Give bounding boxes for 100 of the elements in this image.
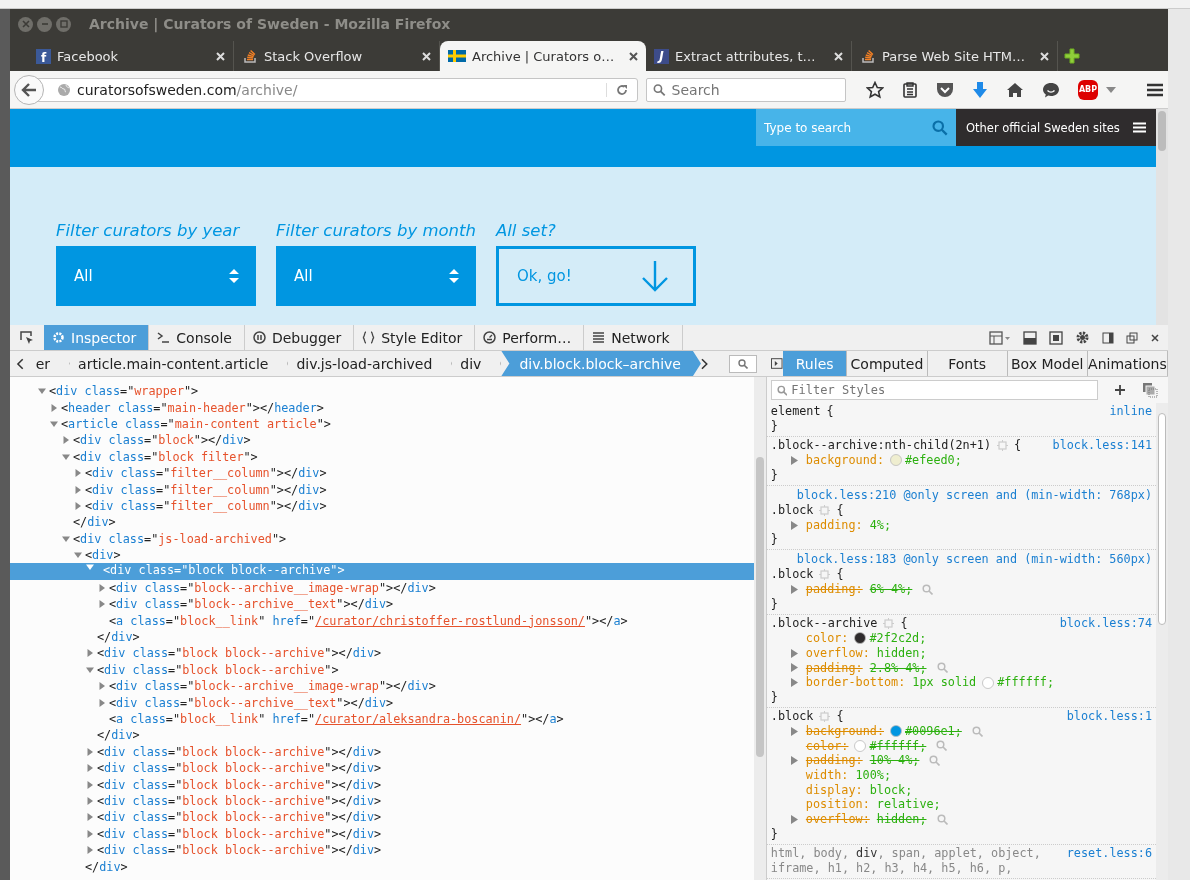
tree-row[interactable]: <a class="block__link" href="/curator/aleksandra-boscanin/"></a> [10,710,755,728]
color-swatch[interactable] [854,632,867,645]
collapsed-triangle-icon[interactable] [86,747,94,756]
href-link[interactable]: /curator/aleksandra-boscanin/ [315,712,522,726]
search-input[interactable]: Type to search [764,120,928,135]
search-field[interactable]: Search [646,77,846,102]
html-tag[interactable]: <div class="wrapper"> [49,384,199,399]
scrollbar[interactable] [1156,403,1168,880]
star-icon[interactable] [866,80,884,99]
devtools-tab[interactable]: Perform… [475,325,585,350]
html-tag[interactable]: <div class="block block--archive"></div> [97,793,382,808]
html-tag[interactable]: <div class="js-load-archived"> [73,531,287,546]
plus-icon[interactable] [1064,48,1080,64]
source-link[interactable]: block.less:183 [796,552,897,567]
caret-icon[interactable] [1106,86,1116,93]
tree-row[interactable]: <div class="block filter"> [10,448,755,465]
expanded-triangle-icon[interactable] [50,419,58,428]
clipboard-icon[interactable] [902,81,918,98]
collapsed-triangle-icon[interactable] [86,649,94,658]
color-swatch[interactable] [982,676,995,689]
sidebar-tab[interactable]: Computed [847,351,928,376]
scrollbar[interactable] [754,377,767,880]
color-swatch[interactable] [890,454,902,467]
frame-select-icon[interactable] [989,330,1011,345]
expanded-triangle-icon[interactable] [86,665,94,674]
href-link[interactable]: /curator/christoffer-rostlund-jonsson/ [315,613,585,628]
tree-row[interactable]: <div class="block block--archive"></div> [10,645,755,662]
expanded-triangle-icon[interactable] [38,387,46,396]
collapsed-triangle-icon[interactable] [86,846,94,855]
browser-tab[interactable]: Archive | Curators o… [440,41,646,71]
html-tag[interactable]: <div class="block block--archive"></div> [97,646,382,661]
html-tag[interactable]: <header class="main-header"></header> [61,400,324,415]
chat-icon[interactable] [1042,81,1060,98]
source-link[interactable]: reset.less:6 [1066,845,1152,861]
tree-row[interactable]: <div class="wrapper"> [10,383,755,400]
expand-triangle-icon[interactable] [790,585,798,595]
expanded-triangle-icon[interactable] [86,563,94,572]
collapsed-triangle-icon[interactable] [86,796,94,805]
html-tag[interactable]: <div class="block block--archive"> [97,662,339,677]
collapsed-triangle-icon[interactable] [98,583,106,592]
html-tag[interactable]: <div class="block--archive__image-wrap"></div> [109,679,436,694]
devtools-tab[interactable]: Console [149,325,245,350]
tree-row[interactable]: <header class="main-header"></header> [10,399,755,416]
search-icon[interactable] [971,725,983,737]
collapsed-triangle-icon[interactable] [74,485,82,494]
home-icon[interactable] [1006,81,1024,98]
html-tag[interactable]: <div class="block filter"> [73,449,258,464]
undock-icon[interactable] [1126,331,1138,344]
search-input[interactable]: Search [671,81,839,98]
html-tag[interactable]: <div class="block block--archive"></div> [97,843,382,858]
close-icon[interactable] [1150,332,1160,343]
collapsed-triangle-icon[interactable] [74,501,82,510]
search-icon[interactable] [936,662,948,674]
collapsed-triangle-icon[interactable] [86,764,94,773]
source-link[interactable]: block.less:210 [796,487,897,502]
scrollbar[interactable] [1156,109,1168,325]
html-tag[interactable]: <div class="filter__column"></div> [85,482,327,497]
download-icon[interactable] [972,80,988,99]
tree-row[interactable]: <div class="filter__column"></div> [10,497,755,515]
tree-row[interactable]: <article class="main-content article"> [10,415,755,433]
html-tag[interactable]: <article class="main-content article"> [61,416,331,431]
maximize-button[interactable] [56,16,71,32]
tree-row[interactable]: <div class="block block--archive"></div> [10,760,755,777]
scroll-right-icon[interactable] [700,357,709,370]
tree-row[interactable]: <div class="block block--archive"></div> [10,743,755,760]
tree-row[interactable]: <div class="block block--archive"></div> [10,776,755,793]
html-tag[interactable]: <a class="block__link" href="/curator/christoffer-rostlund-jonsson/"></a> [109,613,628,628]
console-icon[interactable] [1023,330,1037,345]
tree-row[interactable]: <div class="block"></div> [10,432,755,449]
html-tag[interactable]: <div class="block block--archive"></div> [97,777,382,792]
html-tag[interactable]: <div class="block block--archive"></div> [97,826,382,841]
devtools-tab[interactable]: Debugger [244,325,355,350]
html-tag[interactable]: <div class="block--archive__text"></div> [109,695,394,710]
address-bar[interactable]: curatorsofsweden.com/archive/ [38,77,638,102]
search-button[interactable] [728,354,758,373]
search-icon[interactable] [936,740,948,752]
source-link[interactable]: block.less:141 [1052,438,1152,453]
html-tag[interactable]: <div class="block--archive__text"></div> [109,597,394,612]
menu-icon[interactable] [1146,82,1164,97]
collapsed-triangle-icon[interactable] [98,698,106,707]
expanded-triangle-icon[interactable] [62,534,70,543]
site-search-field[interactable]: Type to search [756,109,956,146]
expand-triangle-icon[interactable] [790,455,798,465]
html-tag[interactable]: <div> [85,548,121,563]
html-tag[interactable]: <a class="block__link" href="/curator/aleksandra-boscanin/"></a> [109,712,564,726]
toggle-sidebar-icon[interactable] [771,358,783,369]
sidebar-tab[interactable]: Fonts [927,351,1008,376]
tree-row[interactable]: <div class="block block--archive"></div> [10,809,755,826]
html-tag[interactable]: <div class="block block--archive"></div> [97,810,382,825]
dock-side-icon[interactable] [1102,331,1114,344]
html-tag[interactable]: <div class="block block--archive"></div> [97,761,382,776]
collapsed-triangle-icon[interactable] [98,600,106,609]
pseudo-class-icon[interactable] [1142,382,1158,398]
html-tag[interactable]: <div class="block block--archive"></div> [97,744,382,759]
collapsed-triangle-icon[interactable] [74,469,82,478]
close-window-button[interactable] [18,16,33,32]
expanded-triangle-icon[interactable] [62,452,70,461]
tree-row[interactable]: <div> [10,546,755,564]
other-sites-menu[interactable]: Other official Sweden sites [956,109,1156,146]
search-icon[interactable] [922,584,934,596]
